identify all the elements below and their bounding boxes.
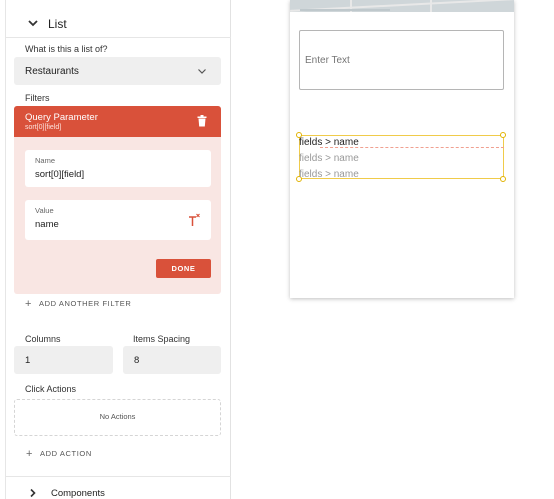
spacing-label: Items Spacing (133, 334, 191, 344)
list-item[interactable]: fields > name (299, 169, 359, 180)
components-section-header[interactable]: Components (6, 476, 231, 499)
value-field-label: Value (35, 206, 54, 215)
click-actions-label: Click Actions (25, 384, 77, 394)
properties-panel: List What is this a list of? Restaurants… (0, 0, 231, 499)
name-field-value: sort[0][field] (35, 169, 85, 180)
add-action-button[interactable]: + ADD ACTION (26, 448, 92, 460)
name-field-label: Name (35, 156, 56, 165)
name-field[interactable]: Name sort[0][field] (25, 150, 211, 187)
no-actions-text: No Actions (99, 412, 136, 421)
add-filter-label: ADD ANOTHER FILTER (39, 299, 132, 308)
list-item[interactable]: fields > name (299, 137, 359, 148)
filter-subtitle: sort[0][field] (25, 124, 62, 131)
magic-text-icon[interactable] (187, 213, 201, 227)
chevron-right-icon (30, 488, 36, 498)
collection-select[interactable]: Restaurants (14, 57, 221, 85)
columns-value: 1 (25, 355, 31, 366)
list-of-label: What is this a list of? (25, 44, 108, 54)
components-title: Components (51, 488, 105, 499)
spacing-value: 8 (134, 355, 140, 366)
add-action-label: ADD ACTION (40, 449, 92, 458)
actions-empty-state: No Actions (14, 399, 221, 436)
filter-title: Query Parameter (25, 112, 98, 123)
plus-icon: + (25, 298, 33, 310)
filters-label: Filters (25, 93, 50, 103)
plus-icon: + (26, 448, 34, 460)
value-field[interactable]: Value name (25, 200, 211, 240)
resize-handle[interactable] (500, 176, 506, 182)
filter-card: Query Parameter sort[0][field] Name sort… (14, 106, 221, 294)
list-item[interactable]: fields > name (299, 153, 359, 164)
section-title: List (48, 17, 67, 31)
filter-header[interactable]: Query Parameter sort[0][field] (14, 106, 221, 137)
trash-icon[interactable] (197, 115, 207, 127)
panel-divider (5, 0, 6, 499)
chevron-down-icon (198, 69, 206, 74)
text-input-component[interactable] (299, 30, 504, 90)
resize-handle[interactable] (500, 132, 506, 138)
done-button[interactable]: DONE (156, 259, 211, 278)
map-image (290, 0, 514, 12)
collection-select-value: Restaurants (25, 66, 79, 77)
columns-label: Columns (25, 334, 61, 344)
columns-input[interactable]: 1 (14, 346, 113, 374)
app-preview: fields > name fields > name fields > nam… (290, 0, 514, 298)
chevron-down-icon (28, 20, 38, 27)
add-filter-button[interactable]: + ADD ANOTHER FILTER (25, 298, 131, 310)
list-section-header[interactable]: List (6, 8, 231, 38)
value-field-value: name (35, 219, 59, 230)
spacing-input[interactable]: 8 (123, 346, 221, 374)
